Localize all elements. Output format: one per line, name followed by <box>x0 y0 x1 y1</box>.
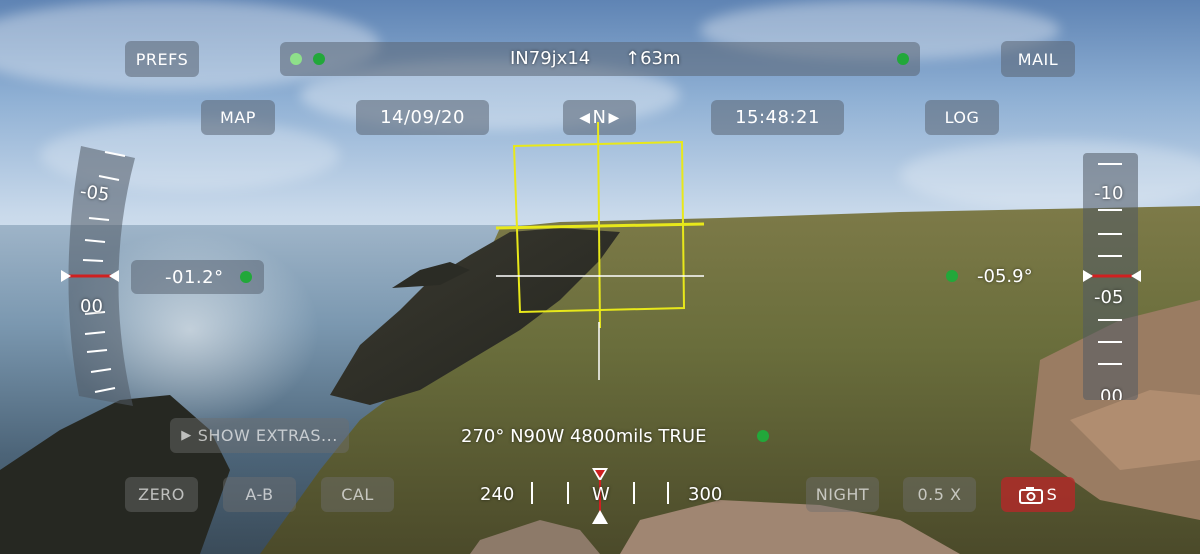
ab-button[interactable]: A-B <box>223 477 296 512</box>
left-gauge-tick-lower: 00 <box>80 296 103 317</box>
date-text: 14/09/20 <box>380 107 465 128</box>
status-dot-green <box>313 53 325 65</box>
night-button[interactable]: NIGHT <box>806 477 879 512</box>
hud-overlay: PREFS IN79jx14 ↑63m MAIL MAP 14/09/20 ◀ … <box>0 0 1200 554</box>
zero-button[interactable]: ZERO <box>125 477 198 512</box>
camera-icon <box>1018 486 1043 504</box>
left-gauge-tick-upper: -05 <box>78 181 111 206</box>
show-extras-label: SHOW EXTRAS... <box>197 426 338 445</box>
grid-locator: IN79jx14 <box>510 48 591 69</box>
gps-status-dot <box>897 53 909 65</box>
right-gauge-tick-middle: -05 <box>1094 287 1124 308</box>
status-dot-light <box>290 53 302 65</box>
right-gauge-tick-lower: 00 <box>1100 386 1123 400</box>
log-label: LOG <box>944 108 980 127</box>
time-display: 15:48:21 <box>711 100 844 135</box>
show-extras-button[interactable]: ▶ SHOW EXTRAS... <box>170 418 349 453</box>
mail-label: MAIL <box>1017 49 1059 69</box>
play-icon: ▶ <box>181 428 192 443</box>
left-tilt-value: -01.2° <box>165 266 224 288</box>
mail-button[interactable]: MAIL <box>1001 41 1075 77</box>
zero-label: ZERO <box>138 485 185 504</box>
right-tilt-status-dot <box>946 270 958 282</box>
time-text: 15:48:21 <box>735 107 820 128</box>
compass-scale-left: 240 <box>480 484 515 505</box>
cal-button[interactable]: CAL <box>321 477 394 512</box>
reticle <box>495 122 705 380</box>
camera-suffix-label: S <box>1046 485 1058 504</box>
night-label: NIGHT <box>815 485 870 504</box>
date-display: 14/09/20 <box>356 100 489 135</box>
map-button[interactable]: MAP <box>201 100 275 135</box>
prefs-button[interactable]: PREFS <box>125 41 199 77</box>
zoom-label: 0.5 X <box>917 485 962 504</box>
location-bar: IN79jx14 ↑63m <box>280 42 920 76</box>
compass-scale-center: W <box>592 484 610 505</box>
bearing-readout: 270° N90W 4800mils TRUE <box>461 426 707 447</box>
left-tilt-readout: -01.2° <box>131 260 264 294</box>
right-tilt-value: -05.9° <box>977 266 1033 287</box>
log-button[interactable]: LOG <box>925 100 999 135</box>
ab-label: A-B <box>245 485 274 504</box>
left-tilt-status-dot <box>240 271 252 283</box>
compass-scale-right: 300 <box>688 484 723 505</box>
prefs-label: PREFS <box>135 49 189 69</box>
map-label: MAP <box>220 108 256 127</box>
zoom-button[interactable]: 0.5 X <box>903 477 976 512</box>
camera-button[interactable]: S <box>1001 477 1075 512</box>
altitude-readout: ↑63m <box>625 48 681 69</box>
bearing-status-dot <box>757 430 769 442</box>
cal-label: CAL <box>341 485 374 504</box>
right-gauge-tick-upper: -10 <box>1094 183 1124 204</box>
